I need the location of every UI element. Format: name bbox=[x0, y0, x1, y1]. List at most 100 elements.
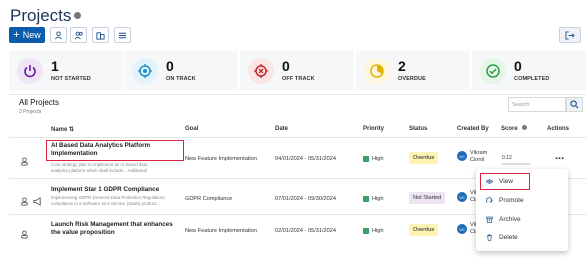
project-name-link[interactable]: Implement Star 1 GDPR Compliance bbox=[51, 186, 159, 194]
export-button[interactable] bbox=[559, 27, 581, 43]
gauge-icon bbox=[364, 57, 390, 84]
project-goal: New Feature Implementation bbox=[185, 228, 257, 234]
project-goal: GDPR Compliance bbox=[185, 196, 233, 202]
project-description: Implementing GDPR (General Data Protecti… bbox=[51, 195, 165, 206]
priority-label: High bbox=[372, 196, 384, 202]
sort-icon[interactable]: ⇅ bbox=[69, 127, 74, 133]
avatar: VC bbox=[457, 224, 467, 234]
priority-label: High bbox=[372, 228, 384, 234]
menu-item-view[interactable]: View bbox=[486, 178, 513, 185]
stat-label: OFF TRACK bbox=[282, 76, 315, 82]
column-header-actions: Actions bbox=[547, 126, 570, 132]
project-date: 02/01/2024 - 05/31/2024 bbox=[275, 228, 336, 234]
stat-label: OVERDUE bbox=[398, 76, 426, 82]
project-description-line: analytics platform which shall include..… bbox=[51, 167, 147, 173]
user-filter-button[interactable] bbox=[50, 27, 67, 43]
more-actions-icon[interactable]: ... bbox=[555, 150, 564, 162]
column-header-date: Date bbox=[275, 126, 289, 132]
column-header-goal: Goal bbox=[185, 126, 199, 132]
created-by-line: Vikram bbox=[470, 150, 488, 156]
row-type-icon bbox=[20, 226, 29, 244]
page-title: Projects bbox=[10, 6, 82, 26]
building-icon bbox=[96, 31, 105, 40]
stat-card-completed[interactable]: 0 COMPLETED bbox=[472, 51, 586, 90]
avatar: VC bbox=[457, 192, 467, 202]
stat-card-not-started[interactable]: 1 NOT STARTED bbox=[9, 51, 123, 90]
column-header-created-by: Created By bbox=[457, 126, 489, 132]
stat-card-overdue[interactable]: 2 OVERDUE bbox=[356, 51, 470, 90]
project-date: 04/01/2024 - 05/31/2024 bbox=[275, 156, 336, 162]
created-by-line: Cinnit bbox=[470, 157, 485, 163]
project-name-line: AI Based Data Analytics Platform bbox=[51, 142, 151, 149]
stat-card-off-track[interactable]: 0 OFF TRACK bbox=[240, 51, 354, 90]
list-count: 3 Projects bbox=[19, 109, 42, 115]
priority-badge: High bbox=[363, 156, 384, 162]
menu-item-label: Delete bbox=[499, 234, 518, 241]
stat-value: 0 bbox=[514, 58, 522, 74]
stat-label: ON TRACK bbox=[166, 76, 196, 82]
building-filter-button[interactable] bbox=[92, 27, 109, 43]
column-header-priority: Priority bbox=[363, 126, 385, 132]
search-button[interactable] bbox=[566, 97, 583, 112]
project-goal: New Feature Implementation bbox=[185, 156, 257, 162]
menu-item-label: Archive bbox=[499, 216, 521, 223]
exit-icon bbox=[565, 30, 575, 40]
new-button-label: New bbox=[22, 30, 41, 40]
archive-icon bbox=[486, 216, 493, 223]
info-icon[interactable] bbox=[74, 12, 82, 20]
check-circle-icon bbox=[480, 57, 506, 84]
megaphone-icon[interactable] bbox=[33, 193, 42, 211]
column-name-label: Name bbox=[51, 127, 68, 133]
status-badge: Overdue bbox=[409, 224, 439, 236]
info-icon bbox=[522, 125, 528, 130]
project-description-line: compliance in a Software as a Service (S… bbox=[51, 200, 160, 206]
project-name-line: the value proposition bbox=[51, 229, 115, 236]
project-name-link[interactable]: Launch Risk Management that enhances the … bbox=[51, 221, 173, 237]
column-header-name[interactable]: Name ⇅ bbox=[51, 126, 74, 133]
crosshair-icon bbox=[248, 57, 274, 84]
avatar: VC bbox=[457, 151, 467, 161]
menu-item-archive[interactable]: Archive bbox=[486, 216, 521, 223]
stat-value: 1 bbox=[51, 58, 59, 74]
team-filter-button[interactable] bbox=[70, 27, 87, 43]
search-input[interactable]: Search bbox=[508, 97, 566, 112]
column-header-status: Status bbox=[409, 126, 428, 132]
project-description-line: Core strategy plan to implement an AI ba… bbox=[51, 162, 148, 167]
menu-item-label: Promote bbox=[499, 197, 524, 204]
project-description-line: Implementing GDPR (General Data Protecti… bbox=[51, 195, 165, 200]
project-name-line: Implementation bbox=[51, 150, 98, 157]
project-name-line: Launch Risk Management that enhances bbox=[51, 221, 173, 228]
promote-icon bbox=[486, 197, 493, 203]
menu-item-promote[interactable]: Promote bbox=[486, 197, 524, 204]
menu-item-label: View bbox=[499, 178, 513, 185]
new-project-button[interactable]: + New bbox=[9, 27, 45, 43]
search-placeholder: Search bbox=[512, 102, 530, 108]
stat-label: NOT STARTED bbox=[51, 76, 91, 82]
created-by: Vikram Cinnit bbox=[470, 150, 487, 164]
row-type-icon bbox=[20, 153, 29, 171]
column-header-score: Score bbox=[501, 125, 528, 133]
stat-card-on-track[interactable]: 0 ON TRACK bbox=[124, 51, 238, 90]
page-title-text: Projects bbox=[10, 6, 72, 25]
users-icon bbox=[74, 31, 83, 39]
priority-icon bbox=[363, 196, 369, 202]
column-score-label: Score bbox=[501, 126, 518, 133]
divider bbox=[9, 137, 586, 138]
score-value: 0.12 bbox=[502, 155, 512, 161]
priority-icon bbox=[363, 156, 369, 162]
status-badge: Not Started bbox=[409, 192, 446, 204]
project-name-link[interactable]: AI Based Data Analytics Platform Implemen… bbox=[51, 142, 150, 158]
priority-badge: High bbox=[363, 228, 384, 234]
stat-value: 0 bbox=[166, 58, 174, 74]
list-icon bbox=[118, 32, 127, 38]
project-description: Core strategy plan to implement an AI ba… bbox=[51, 162, 147, 173]
score-bar bbox=[502, 163, 530, 165]
search-icon bbox=[570, 100, 579, 109]
menu-item-delete[interactable]: Delete bbox=[486, 234, 518, 241]
priority-label: High bbox=[372, 156, 384, 162]
priority-badge: High bbox=[363, 196, 384, 202]
list-view-button[interactable] bbox=[114, 27, 131, 43]
plus-icon: + bbox=[13, 28, 20, 41]
power-icon bbox=[17, 57, 43, 84]
priority-icon bbox=[363, 228, 369, 234]
